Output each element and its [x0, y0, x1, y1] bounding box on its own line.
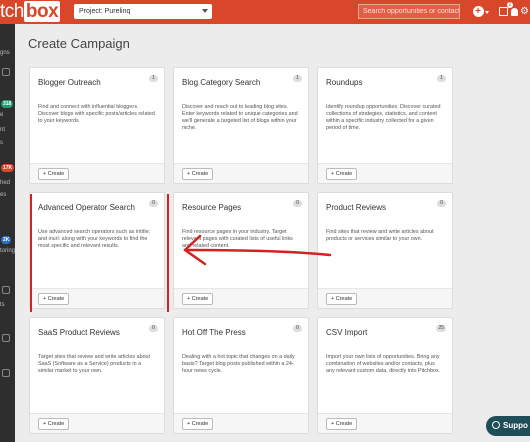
annotation-line-right [167, 194, 169, 312]
campaign-card-resource-pages: Resource Pages 0 Find resource pages in … [173, 192, 309, 309]
card-footer: + Create [30, 288, 164, 308]
add-button[interactable]: + [470, 4, 486, 20]
sidebar-item-monitoring[interactable]: toring [0, 248, 15, 255]
support-label: Suppo [503, 421, 528, 430]
campaign-card-blogger-outreach: Blogger Outreach 1 Find and connect with… [29, 67, 165, 184]
card-title: Advanced Operator Search [38, 203, 135, 212]
campaign-card-saas-product-reviews: SaaS Product Reviews 0 Target sites that… [29, 317, 165, 434]
search-input[interactable] [358, 4, 460, 19]
card-title: CSV Import [326, 328, 368, 337]
project-dropdown[interactable]: Project: Purelinq [74, 4, 212, 19]
card-count-badge: 0 [293, 200, 302, 207]
card-title: SaaS Product Reviews [38, 328, 120, 337]
card-title: Blogger Outreach [38, 78, 101, 87]
card-footer: + Create [318, 413, 452, 433]
card-description: Import your own lists of opportunities. … [326, 354, 441, 374]
card-count-badge: 0 [437, 200, 446, 207]
sidebar-item-reports[interactable]: ts [0, 302, 15, 309]
card-footer: + Create [30, 163, 164, 183]
chat-bubble-icon [492, 421, 500, 429]
top-bar: tchbox Project: Purelinq + 2 ⚙ [0, 0, 530, 24]
sidebar-badge: 318 [1, 100, 14, 108]
card-footer: + Create [174, 163, 308, 183]
create-button[interactable]: + Create [326, 293, 358, 305]
logo-box-text: box [23, 1, 61, 22]
bell-icon [510, 8, 518, 16]
card-count-badge: 0 [149, 200, 158, 207]
campaign-card-hot-off-the-press: Hot Off The Press 0 Dealing with a hot t… [173, 317, 309, 434]
sidebar-badge: 17K [1, 164, 15, 172]
card-description: Identify roundup opportunities. Discover… [326, 104, 441, 131]
sidebar-item-campaigns[interactable]: gns [0, 50, 15, 57]
card-count-badge: 1 [149, 75, 158, 82]
create-button[interactable]: + Create [182, 293, 214, 305]
card-footer: + Create [174, 413, 308, 433]
card-count-badge: 1 [437, 75, 446, 82]
sidebar-badge: 2K [1, 236, 12, 244]
card-title: Hot Off The Press [182, 328, 246, 337]
card-description: Use advanced search operators such as in… [38, 229, 151, 249]
page-title: Create Campaign [28, 36, 130, 51]
sidebar-item-label: hed [0, 180, 11, 186]
card-title: Blog Category Search [182, 78, 261, 87]
card-description: Dealing with a hot topic that changes on… [182, 354, 295, 374]
sidebar-item-label: s [0, 140, 3, 146]
sidebar-item[interactable]: nt [0, 127, 15, 134]
checklist-icon [498, 7, 508, 16]
sidebar-icon [2, 334, 10, 342]
sidebar-icon [2, 286, 10, 294]
card-footer: + Create [30, 413, 164, 433]
sidebar: gns 318 e nt s 17K hed es 2K toring ts [0, 24, 15, 442]
card-footer: + Create [174, 288, 308, 308]
create-button[interactable]: + Create [182, 168, 214, 180]
card-footer: + Create [318, 163, 452, 183]
pitchbox-logo[interactable]: tch box [0, 1, 61, 23]
sidebar-icon [2, 369, 10, 377]
campaign-card-csv-import: CSV Import 25 Import your own lists of o… [317, 317, 453, 434]
support-chat-button[interactable]: Suppo [486, 416, 530, 436]
sidebar-item-label: es [0, 192, 7, 198]
create-button[interactable]: + Create [38, 418, 70, 430]
campaign-card-advanced-operator-search: Advanced Operator Search 0 Use advanced … [29, 192, 165, 309]
create-button[interactable]: + Create [38, 168, 70, 180]
chevron-down-icon [202, 9, 208, 13]
card-count-badge: 0 [293, 325, 302, 332]
sidebar-item-label: toring [0, 248, 15, 254]
card-count-badge: 0 [149, 325, 158, 332]
card-title: Resource Pages [182, 203, 242, 212]
create-button[interactable]: + Create [38, 293, 70, 305]
card-footer: + Create [318, 288, 452, 308]
card-count-badge: 1 [293, 75, 302, 82]
create-button[interactable]: + Create [326, 418, 358, 430]
plus-icon: + [472, 6, 484, 17]
card-description: Discover and reach out to leading blog s… [182, 104, 298, 131]
card-title: Roundups [326, 78, 363, 87]
sidebar-item[interactable]: e [0, 112, 15, 119]
add-caret-icon [485, 11, 489, 14]
logo-text: tch [0, 1, 24, 22]
card-description: Find and connect with influential blogge… [38, 104, 155, 124]
card-description: Find sites that review and write article… [326, 229, 434, 242]
campaign-card-product-reviews: Product Reviews 0 Find sites that review… [317, 192, 453, 309]
card-title: Product Reviews [326, 203, 387, 212]
campaign-card-blog-category-search: Blog Category Search 1 Discover and reac… [173, 67, 309, 184]
campaign-card-roundups: Roundups 1 Identify roundup opportunitie… [317, 67, 453, 184]
sidebar-item[interactable]: s [0, 140, 15, 147]
sidebar-item-label: gns [0, 50, 10, 56]
settings-button[interactable]: ⚙ [519, 4, 530, 20]
project-dropdown-label: Project: Purelinq [79, 8, 131, 15]
sidebar-item-label: ts [0, 302, 5, 308]
sidebar-item[interactable]: hed [0, 180, 15, 187]
card-count-badge: 25 [436, 325, 446, 332]
sidebar-item-label: nt [0, 127, 6, 133]
sidebar-item[interactable]: es [0, 192, 15, 199]
sidebar-icon [2, 68, 10, 76]
card-description: Target sites that review and write artic… [38, 354, 151, 374]
card-description: Find resource pages in your industry. Ta… [182, 229, 293, 249]
gear-icon: ⚙ [520, 6, 529, 17]
create-button[interactable]: + Create [326, 168, 358, 180]
annotation-line-left [30, 194, 32, 312]
create-button[interactable]: + Create [182, 418, 214, 430]
sidebar-item-label: e [0, 112, 4, 118]
